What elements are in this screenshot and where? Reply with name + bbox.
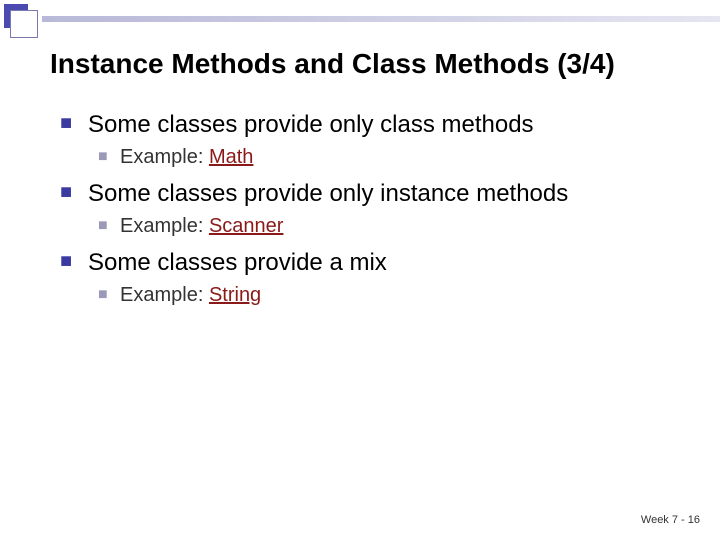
bullet-item: ■ Some classes provide a mix (60, 248, 680, 278)
sub-bullet-item: ■ Example: Math (98, 146, 680, 169)
slide-title: Instance Methods and Class Methods (3/4) (50, 48, 700, 80)
bullet-item: ■ Some classes provide only class method… (60, 110, 680, 140)
example-link[interactable]: Math (209, 146, 253, 168)
bullet-text: Some classes provide only instance metho… (88, 179, 680, 209)
bullet-text: Some classes provide a mix (88, 248, 680, 278)
header-bar (42, 16, 720, 22)
example-link[interactable]: String (209, 284, 261, 306)
bullet-item: ■ Some classes provide only instance met… (60, 179, 680, 209)
square-bullet-icon: ■ (98, 148, 108, 166)
corner-box-outline (10, 10, 38, 38)
square-bullet-icon: ■ (60, 181, 72, 204)
sub-bullet-text: Example: Math (120, 146, 680, 169)
example-prefix: Example: (120, 146, 209, 168)
example-prefix: Example: (120, 284, 209, 306)
square-bullet-icon: ■ (60, 112, 72, 135)
sub-bullet-text: Example: Scanner (120, 215, 680, 238)
example-prefix: Example: (120, 215, 209, 237)
square-bullet-icon: ■ (98, 217, 108, 235)
slide-footer: Week 7 - 16 (641, 514, 700, 526)
bullet-text: Some classes provide only class methods (88, 110, 680, 140)
sub-bullet-text: Example: String (120, 284, 680, 307)
slide-content: ■ Some classes provide only class method… (60, 110, 680, 317)
square-bullet-icon: ■ (98, 286, 108, 304)
square-bullet-icon: ■ (60, 250, 72, 273)
sub-bullet-item: ■ Example: String (98, 284, 680, 307)
sub-bullet-item: ■ Example: Scanner (98, 215, 680, 238)
example-link[interactable]: Scanner (209, 215, 284, 237)
